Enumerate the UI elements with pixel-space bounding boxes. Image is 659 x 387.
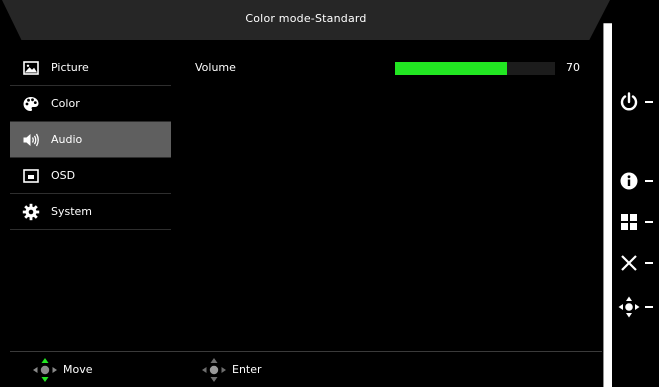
page-title: Color mode-Standard [245,12,367,25]
info-button[interactable] [618,170,658,192]
menu-item-label: Audio [51,133,83,146]
hardware-button-strip [612,0,659,387]
osd-main-menu: Picture Color Audio OSD System [10,50,172,240]
menu-item-picture[interactable]: Picture [10,50,171,86]
button-indicator [645,306,653,308]
menu-item-system[interactable]: System [10,194,171,230]
menu-grid-icon [621,214,637,230]
menu-item-label: Color [51,97,80,110]
volume-slider-fill [395,62,507,75]
menu-item-audio[interactable]: Audio [10,122,171,158]
speaker-icon [23,133,39,147]
info-icon [620,172,638,190]
volume-label: Volume [195,61,236,74]
menu-item-osd[interactable]: OSD [10,158,171,194]
menu-item-label: OSD [51,169,76,182]
gear-icon [22,203,40,221]
menu-item-label: Picture [51,61,89,74]
menu-item-color[interactable]: Color [10,86,171,122]
picture-icon [23,61,39,75]
button-indicator [645,262,653,264]
move-arrows-icon [33,358,57,382]
power-icon [620,92,638,111]
enter-button-icon [202,358,226,382]
footer-divider [10,351,602,352]
menu-item-label: System [51,205,93,218]
button-indicator [645,221,653,223]
footer-enter-label: Enter [232,363,262,376]
navigate-icon [618,296,640,318]
osd-window-icon [23,169,39,183]
exit-button[interactable] [618,252,658,274]
footer-move-label: Move [63,363,93,376]
menu-button[interactable] [618,211,658,233]
close-icon [621,255,637,271]
power-button[interactable] [618,91,658,113]
palette-icon [23,97,39,111]
volume-value: 70 [566,61,580,74]
button-indicator [645,180,653,182]
button-indicator [645,101,653,103]
navigate-button[interactable] [618,296,658,318]
volume-slider[interactable] [395,62,555,75]
